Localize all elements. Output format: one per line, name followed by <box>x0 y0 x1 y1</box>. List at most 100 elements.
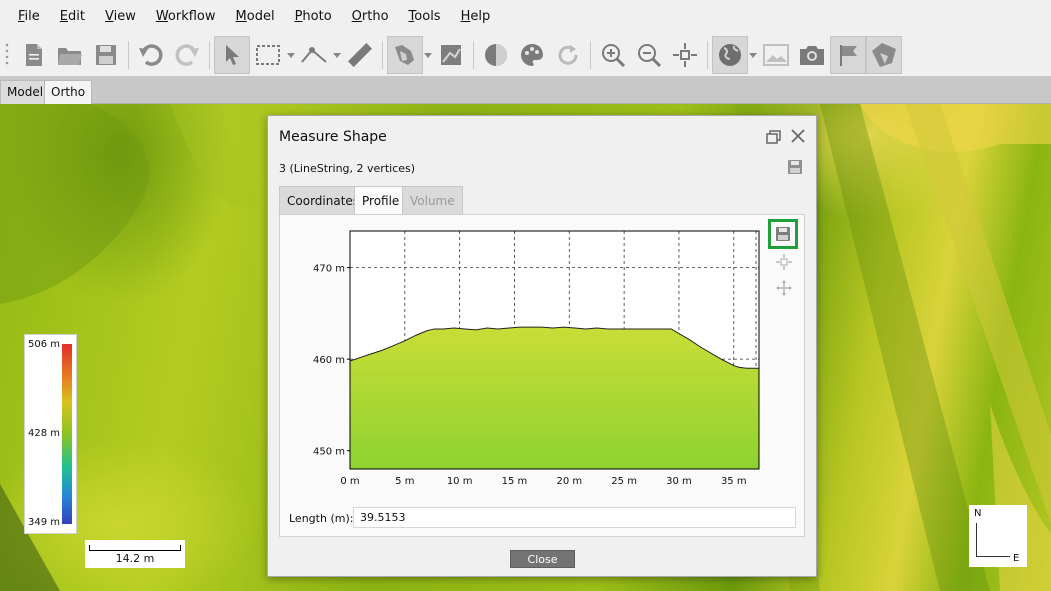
navigation-pointer-icon[interactable] <box>214 36 250 74</box>
tab-model-label: Model <box>7 85 44 99</box>
menu-item-mnemonic: W <box>155 9 168 24</box>
toolbar-separator <box>473 41 474 69</box>
ruler-icon[interactable] <box>342 36 378 74</box>
toolbar-grip[interactable] <box>4 42 10 68</box>
tab-profile-label: Profile <box>362 194 400 208</box>
export-profile-button[interactable] <box>768 219 798 249</box>
shape-info: 3 (LineString, 2 vertices) <box>279 162 416 175</box>
menu-item[interactable]: Edit <box>50 0 95 34</box>
profile-chart[interactable]: 0 m 5 m 10 m 15 m 20 m 25 m 30 m 35 m 450 m 460 m… <box>280 215 806 505</box>
menu-item[interactable]: Workflow <box>146 0 226 34</box>
menu-item-label: iew <box>113 9 136 24</box>
tab-volume[interactable]: Volume <box>402 186 463 214</box>
toolbar-separator <box>128 41 129 69</box>
flag-icon[interactable] <box>830 36 866 74</box>
menu-bar: File Edit View Workflow Model Photo Ortho Tools… <box>0 0 1051 34</box>
save-icon[interactable] <box>88 36 124 74</box>
profile-area <box>350 327 759 469</box>
x-tick-label: 0 m <box>340 476 359 487</box>
tab-volume-label: Volume <box>410 194 455 208</box>
image-icon[interactable] <box>758 36 794 74</box>
tab-ortho-label: Ortho <box>51 85 86 99</box>
redo-icon[interactable] <box>169 36 205 74</box>
close-icon[interactable] <box>790 128 806 144</box>
shapes-icon[interactable] <box>387 36 423 74</box>
x-tick-label: 5 m <box>395 476 414 487</box>
camera-icon[interactable] <box>794 36 830 74</box>
y-tick-label: 460 m <box>313 355 345 366</box>
toolbar-separator <box>382 41 383 69</box>
reset-view-icon[interactable] <box>667 36 703 74</box>
contrast-icon[interactable] <box>478 36 514 74</box>
menu-item-mnemonic: E <box>59 9 68 24</box>
legend-min-label: 349 m <box>28 517 61 528</box>
restore-window-icon[interactable] <box>766 129 782 145</box>
menu-item-label: ools <box>414 9 441 24</box>
new-document-icon[interactable] <box>16 36 52 74</box>
open-folder-icon[interactable] <box>52 36 88 74</box>
menu-item-mnemonic: O <box>351 9 362 24</box>
chevron-down-icon[interactable] <box>748 36 758 74</box>
menu-item-label: hoto <box>302 9 332 24</box>
toolbar-separator <box>209 41 210 69</box>
menu-item-label: orkflow <box>167 9 216 24</box>
menu-item[interactable]: Photo <box>285 0 342 34</box>
zoom-out-icon[interactable] <box>631 36 667 74</box>
refresh-icon[interactable] <box>550 36 586 74</box>
pan-icon[interactable] <box>774 278 794 298</box>
scale-bar-label: 14.2 m <box>115 552 155 565</box>
undo-icon[interactable] <box>133 36 169 74</box>
tab-profile[interactable]: Profile <box>354 186 408 214</box>
menu-item-mnemonic: V <box>104 9 114 24</box>
scale-bar-line <box>89 545 181 551</box>
x-tick-label: 10 m <box>447 476 473 487</box>
measure-shape-dialog: Measure Shape 3 (LineString, 2 vertices)… <box>267 115 817 577</box>
menu-item[interactable]: File <box>8 0 50 34</box>
menu-item-mnemonic: H <box>460 9 471 24</box>
y-tick-label: 470 m <box>313 264 345 275</box>
menu-item[interactable]: Tools <box>399 0 451 34</box>
compass: N E <box>969 505 1027 567</box>
orthomosaic-edit-icon[interactable] <box>433 36 469 74</box>
elevation-legend: 506 m 428 m 349 m <box>24 334 77 534</box>
zoom-fit-icon[interactable] <box>774 252 794 272</box>
profile-panel: 0 m 5 m 10 m 15 m 20 m 25 m 30 m 35 m 450 m 460 m… <box>279 214 805 537</box>
legend-max-label: 506 m <box>28 339 61 350</box>
rectangle-selection-icon[interactable] <box>250 36 286 74</box>
draw-polyline-icon[interactable] <box>296 36 332 74</box>
globe-icon[interactable] <box>712 36 748 74</box>
zoom-in-icon[interactable] <box>595 36 631 74</box>
tab-coordinates-label: Coordinates <box>287 194 360 208</box>
tab-ortho[interactable]: Ortho <box>44 80 93 104</box>
menu-item[interactable]: Ortho <box>342 0 399 34</box>
y-tick-label: 450 m <box>313 447 345 458</box>
compass-axes <box>976 523 1010 557</box>
menu-item-label: ile <box>24 9 40 24</box>
palette-icon[interactable] <box>514 36 550 74</box>
shape-draw-icon[interactable] <box>866 36 902 74</box>
menu-item[interactable]: View <box>95 0 146 34</box>
chevron-down-icon[interactable] <box>332 36 342 74</box>
legend-color-ramp <box>62 344 72 524</box>
menu-item-mnemonic: M <box>235 9 247 24</box>
length-field[interactable]: 39.5153 <box>353 507 796 528</box>
menu-item-label: elp <box>470 9 491 24</box>
menu-item-label: dit <box>68 9 85 24</box>
tab-model[interactable]: Model <box>0 80 51 104</box>
menu-item[interactable]: Help <box>451 0 501 34</box>
dialog-title: Measure Shape <box>279 129 387 145</box>
save-icon[interactable] <box>787 159 803 175</box>
legend-mid-label: 428 m <box>28 428 61 439</box>
view-tab-strip: Model Ortho <box>0 76 1051 104</box>
length-label: Length (m): <box>289 512 354 525</box>
x-tick-label: 35 m <box>721 476 747 487</box>
close-button[interactable]: Close <box>510 550 575 568</box>
menu-item-label: odel <box>246 9 275 24</box>
scale-bar: 14.2 m <box>85 540 185 568</box>
x-tick-label: 30 m <box>666 476 692 487</box>
x-tick-label: 20 m <box>556 476 582 487</box>
menu-item[interactable]: Model <box>226 0 285 34</box>
chevron-down-icon[interactable] <box>423 36 433 74</box>
chevron-down-icon[interactable] <box>286 36 296 74</box>
menu-item-label: rtho <box>361 9 389 24</box>
